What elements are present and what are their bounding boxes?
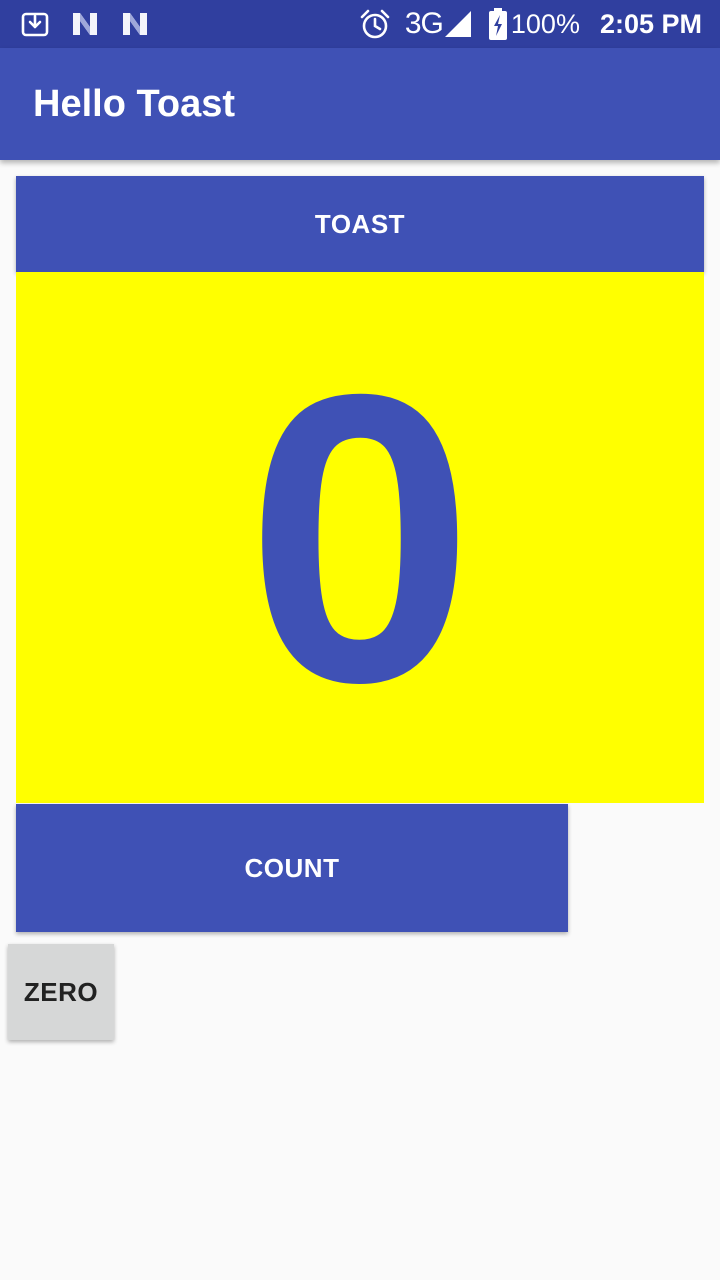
count-button[interactable]: COUNT (16, 804, 568, 932)
battery-percent-label: 100% (510, 8, 580, 39)
count-display: 0 (16, 272, 704, 803)
count-value: 0 (245, 308, 475, 767)
alarm-icon (360, 9, 390, 39)
n-notification-icon (73, 13, 97, 35)
n-notification-icon (123, 13, 147, 35)
zero-button[interactable]: ZERO (8, 944, 114, 1040)
network-type-label: 3G (404, 7, 444, 40)
app-bar: Hello Toast (0, 48, 720, 160)
status-bar: 3G 100% 2:05 PM (0, 0, 720, 48)
signal-icon (444, 11, 471, 37)
notification-icons (20, 10, 150, 38)
system-icons: 3G 100% 2:05 PM (359, 0, 702, 48)
clock-label: 2:05 PM (599, 8, 702, 39)
battery-charging-icon (488, 8, 507, 40)
app-title: Hello Toast (33, 83, 235, 125)
download-icon (21, 12, 49, 37)
toast-button[interactable]: TOAST (16, 176, 704, 272)
